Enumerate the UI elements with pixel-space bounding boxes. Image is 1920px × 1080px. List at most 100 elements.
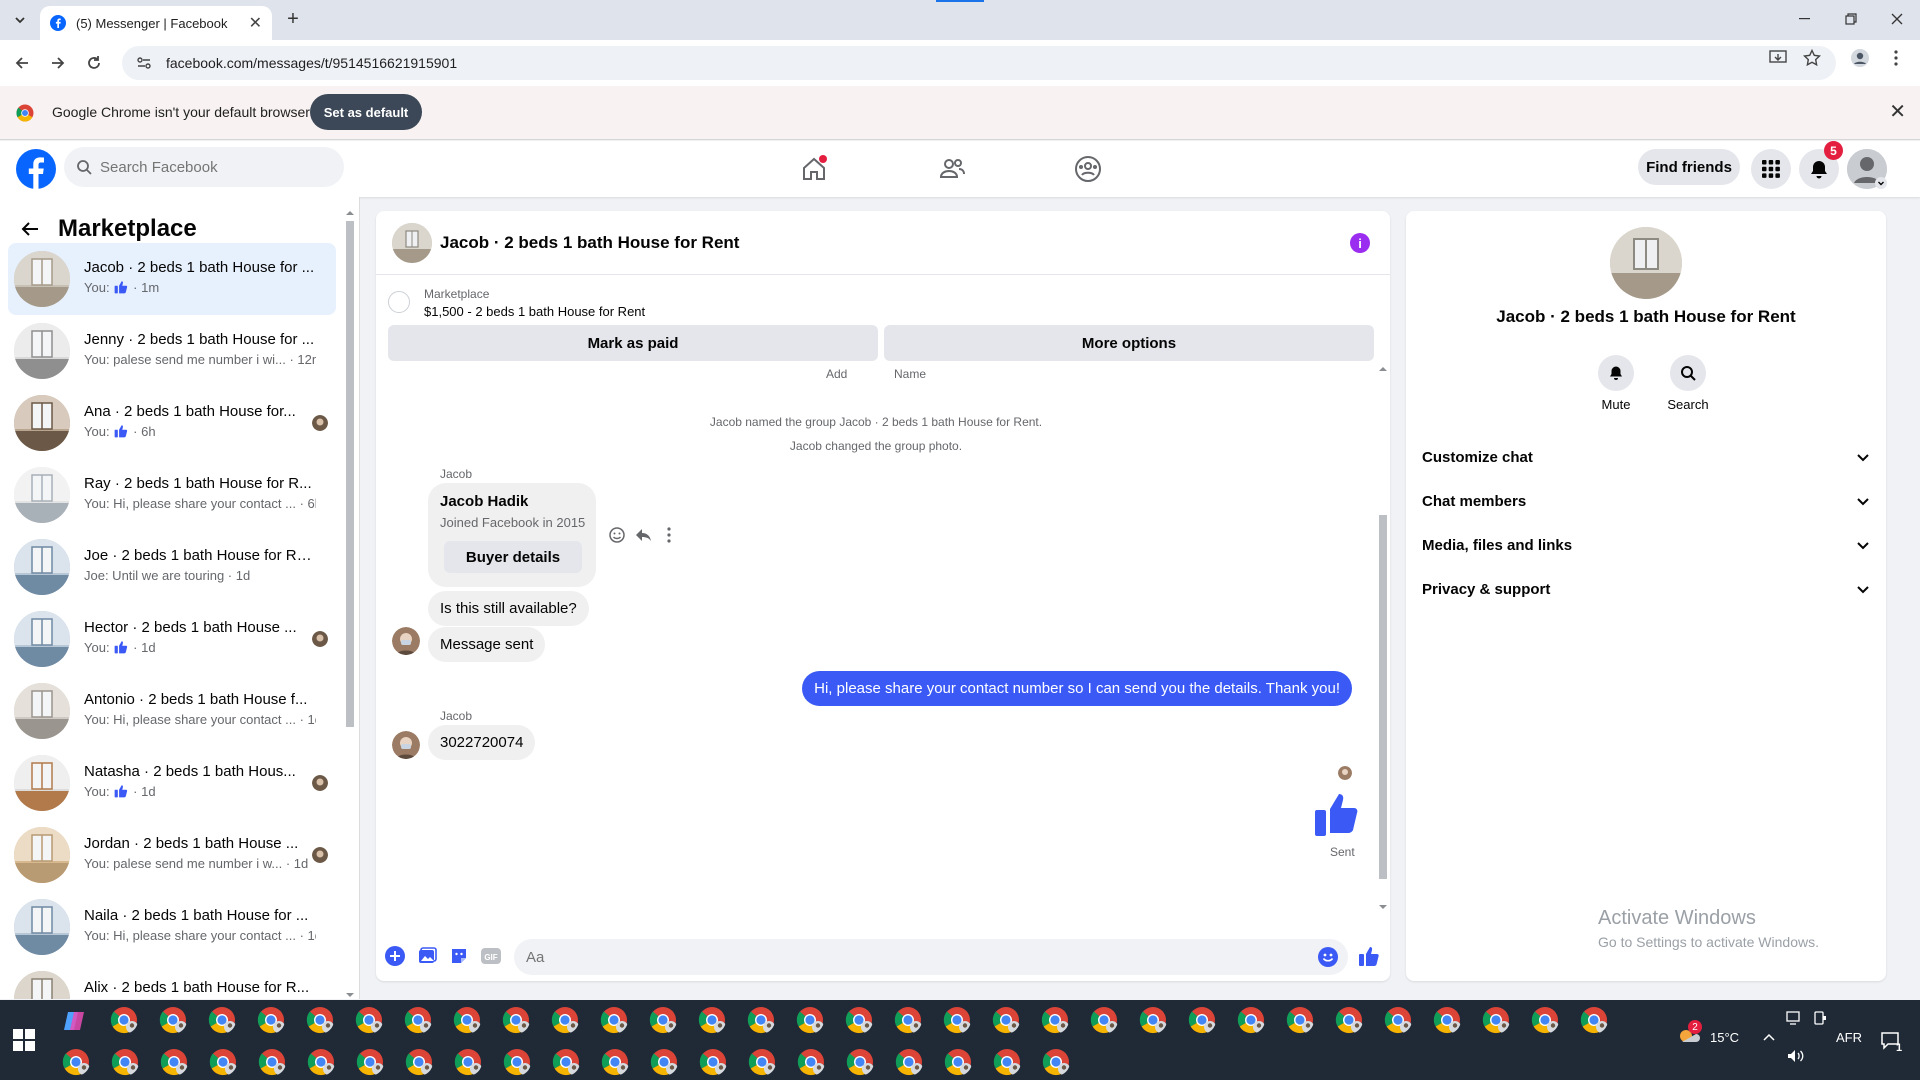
facebook-search[interactable] <box>64 147 344 187</box>
chrome-taskbar-icon[interactable] <box>503 1048 531 1076</box>
close-window-button[interactable] <box>1882 8 1912 30</box>
friends-nav[interactable] <box>936 153 968 185</box>
chrome-taskbar-icon[interactable] <box>159 1006 187 1034</box>
sticker-icon[interactable] <box>448 945 470 967</box>
like-send-icon[interactable] <box>1358 945 1380 967</box>
listing-thumbnail[interactable] <box>388 291 410 313</box>
more-actions-icon[interactable] <box>666 526 672 544</box>
info-icon[interactable]: i <box>1350 233 1370 253</box>
emoji-icon[interactable] <box>1318 947 1338 967</box>
chrome-taskbar-icon[interactable] <box>649 1006 677 1034</box>
conversation-item[interactable]: Alix · 2 beds 1 bath House for R... <box>8 963 336 999</box>
chrome-taskbar-icon[interactable] <box>993 1048 1021 1076</box>
conversation-item[interactable]: Ray · 2 beds 1 bath House for R... You: H… <box>8 459 336 531</box>
chrome-taskbar-icon[interactable] <box>650 1048 678 1076</box>
chevron-up-icon[interactable] <box>1762 1032 1776 1042</box>
chrome-taskbar-icon[interactable] <box>1139 1006 1167 1034</box>
restore-button[interactable] <box>1836 8 1866 30</box>
chrome-taskbar-icon[interactable] <box>1237 1006 1265 1034</box>
display-icon[interactable] <box>1812 1010 1828 1026</box>
chrome-taskbar-icon[interactable] <box>944 1048 972 1076</box>
chrome-taskbar-icon[interactable] <box>160 1048 188 1076</box>
my-message-bubble[interactable]: Hi, please share your contact number so … <box>802 671 1352 706</box>
set-default-button[interactable]: Set as default <box>310 94 422 130</box>
home-nav[interactable] <box>798 153 830 185</box>
conversation-item[interactable]: Jordan · 2 beds 1 bath House ... You: pal… <box>8 819 336 891</box>
site-settings-icon[interactable] <box>136 55 152 71</box>
chrome-taskbar-icon[interactable] <box>1433 1006 1461 1034</box>
browser-tab[interactable]: (5) Messenger | Facebook ✕ <box>40 6 272 40</box>
account-button[interactable] <box>1847 149 1887 189</box>
facebook-logo-icon[interactable] <box>16 149 56 189</box>
chrome-taskbar-icon[interactable] <box>306 1006 334 1034</box>
reload-button[interactable] <box>82 51 106 75</box>
buyer-details-button[interactable]: Buyer details <box>444 541 582 573</box>
react-emoji-icon[interactable] <box>608 526 626 544</box>
gif-icon[interactable]: GIF <box>480 945 502 967</box>
chrome-taskbar-icon[interactable] <box>551 1006 579 1034</box>
chrome-taskbar-icon[interactable] <box>1041 1006 1069 1034</box>
info-row-customize-chat[interactable]: Customize chat <box>1422 435 1870 479</box>
mark-as-paid-button[interactable]: Mark as paid <box>388 325 878 361</box>
thread-scrollbar[interactable] <box>1376 365 1390 911</box>
conversation-item[interactable]: Antonio · 2 beds 1 bath House f... You: H… <box>8 675 336 747</box>
message-bubble[interactable]: 3022720074 <box>428 725 536 760</box>
chrome-taskbar-icon[interactable] <box>1042 1048 1070 1076</box>
kebab-menu-icon[interactable] <box>1886 48 1906 68</box>
chrome-taskbar-icon[interactable] <box>600 1006 628 1034</box>
conversation-item[interactable]: Hector · 2 beds 1 bath House ... You: · 1… <box>8 603 336 675</box>
plus-icon[interactable] <box>384 945 406 967</box>
listing-title[interactable]: $1,500 - 2 beds 1 bath House for Rent <box>424 304 645 319</box>
profile-icon[interactable] <box>1850 48 1870 68</box>
chrome-taskbar-icon[interactable] <box>992 1006 1020 1034</box>
message-bubble[interactable]: Is this still available? <box>428 591 589 626</box>
new-tab-button[interactable]: + <box>282 9 304 31</box>
conversation-item[interactable]: Jacob · 2 beds 1 bath House for ... You: … <box>8 243 336 315</box>
info-row-media-files-and-links[interactable]: Media, files and links <box>1422 523 1870 567</box>
forward-button[interactable] <box>46 51 70 75</box>
chrome-taskbar-icon[interactable] <box>943 1006 971 1034</box>
info-row-privacy-support[interactable]: Privacy & support <box>1422 567 1870 611</box>
photo-icon[interactable] <box>416 945 438 967</box>
chrome-taskbar-icon[interactable] <box>1090 1006 1118 1034</box>
chat-title[interactable]: Jacob · 2 beds 1 bath House for Rent <box>440 233 739 253</box>
bookmark-star-icon[interactable] <box>1802 48 1822 68</box>
infobar-close-icon[interactable]: ✕ <box>1889 102 1906 122</box>
info-row-chat-members[interactable]: Chat members <box>1422 479 1870 523</box>
back-button[interactable] <box>10 51 34 75</box>
chrome-taskbar-icon[interactable] <box>405 1048 433 1076</box>
conversation-item[interactable]: Naila · 2 beds 1 bath House for ... You: … <box>8 891 336 963</box>
minimize-button[interactable] <box>1790 8 1820 30</box>
message-input-field[interactable] <box>514 939 1348 975</box>
groups-nav[interactable] <box>1072 153 1104 185</box>
language-indicator[interactable]: AFR <box>1836 1030 1862 1045</box>
chrome-taskbar-icon[interactable] <box>747 1006 775 1034</box>
chrome-taskbar-icon[interactable] <box>797 1048 825 1076</box>
chat-avatar[interactable] <box>392 223 432 263</box>
chrome-taskbar-icon[interactable] <box>454 1048 482 1076</box>
chrome-taskbar-icon[interactable] <box>698 1006 726 1034</box>
reply-icon[interactable] <box>634 526 652 544</box>
chrome-taskbar-icon[interactable] <box>1384 1006 1412 1034</box>
chrome-taskbar-icon[interactable] <box>62 1048 90 1076</box>
tab-search-button[interactable] <box>8 8 32 32</box>
tab-close-icon[interactable]: ✕ <box>249 13 262 33</box>
chrome-taskbar-icon[interactable] <box>845 1006 873 1034</box>
chrome-taskbar-icon[interactable] <box>1531 1006 1559 1034</box>
chrome-taskbar-icon[interactable] <box>111 1048 139 1076</box>
search-input[interactable] <box>100 158 320 176</box>
more-options-button[interactable]: More options <box>884 325 1374 361</box>
chrome-taskbar-icon[interactable] <box>1482 1006 1510 1034</box>
chrome-taskbar-icon[interactable] <box>356 1048 384 1076</box>
message-input[interactable] <box>526 948 1286 966</box>
group-avatar[interactable] <box>1610 227 1682 299</box>
chrome-taskbar-icon[interactable] <box>110 1006 138 1034</box>
back-arrow-icon[interactable] <box>20 219 40 239</box>
chrome-taskbar-icon[interactable] <box>209 1048 237 1076</box>
install-app-icon[interactable] <box>1768 48 1788 68</box>
find-friends-button[interactable]: Find friends <box>1638 149 1740 185</box>
chrome-taskbar-icon[interactable] <box>355 1006 383 1034</box>
temperature[interactable]: 15°C <box>1710 1030 1739 1045</box>
search-action[interactable]: Search <box>1658 355 1718 412</box>
chrome-taskbar-icon[interactable] <box>796 1006 824 1034</box>
